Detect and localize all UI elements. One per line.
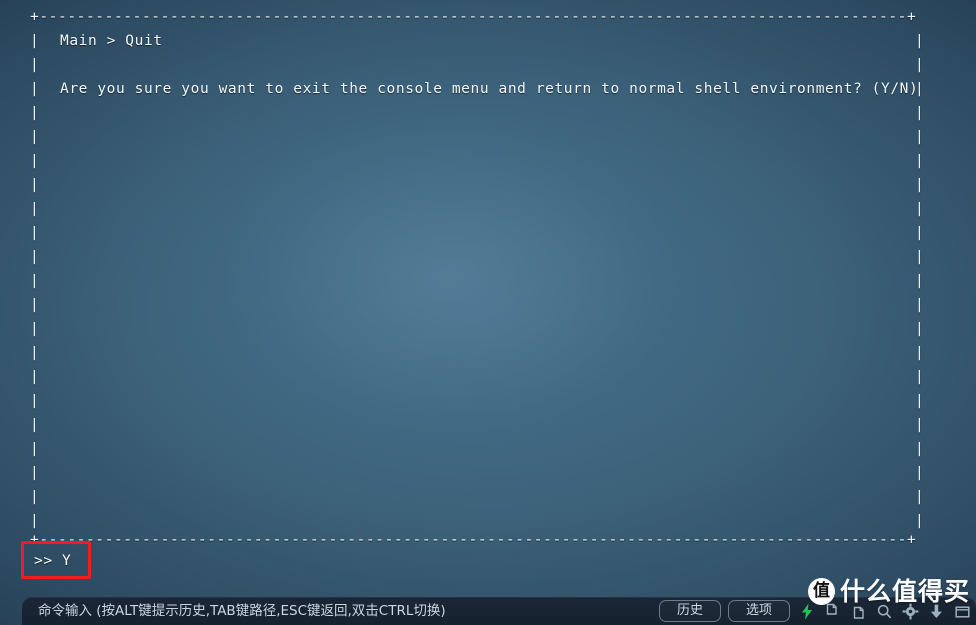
terminal-right-edge: | xyxy=(915,441,925,457)
terminal-right-edge: | xyxy=(915,393,925,409)
search-icon[interactable] xyxy=(875,602,894,621)
terminal-right-edge: | xyxy=(915,465,925,481)
terminal-left-edge: | xyxy=(30,369,40,385)
terminal-left-edge: | xyxy=(30,345,40,361)
download-icon[interactable] xyxy=(927,602,946,621)
window-icon[interactable] xyxy=(953,602,972,621)
terminal-bottom-border: +---------------------------------------… xyxy=(30,532,917,548)
terminal-top-border: +---------------------------------------… xyxy=(30,9,917,25)
terminal-left-edge: | xyxy=(30,297,40,313)
terminal-left-edge: | xyxy=(30,393,40,409)
terminal-right-edge: | xyxy=(915,177,925,193)
status-bar: 命令输入 (按ALT键提示历史,TAB键路径,ESC键返回,双击CTRL切换) … xyxy=(22,597,976,625)
terminal-right-edge: | xyxy=(915,153,925,169)
status-bar-actions: 历史 选项 xyxy=(659,597,972,625)
terminal-left-edge: | xyxy=(30,33,40,49)
terminal-left-edge: | xyxy=(30,321,40,337)
terminal-right-edge: | xyxy=(915,345,925,361)
terminal-right-edge: | xyxy=(915,105,925,121)
terminal-left-edge: | xyxy=(30,417,40,433)
terminal-left-edge: | xyxy=(30,249,40,265)
terminal-right-edge: | xyxy=(915,321,925,337)
status-hint: 命令输入 (按ALT键提示历史,TAB键路径,ESC键返回,双击CTRL切换) xyxy=(38,603,446,619)
confirm-message: Are you sure you want to exit the consol… xyxy=(60,81,919,97)
terminal-left-edge: | xyxy=(30,441,40,457)
terminal-right-edge: | xyxy=(915,489,925,505)
terminal-left-edge: | xyxy=(30,273,40,289)
options-button[interactable]: 选项 xyxy=(728,600,790,622)
terminal-window: +---------------------------------------… xyxy=(0,0,976,625)
terminal-right-edge: | xyxy=(915,297,925,313)
terminal-left-edge: | xyxy=(30,177,40,193)
terminal-right-edge: | xyxy=(915,129,925,145)
lightning-icon[interactable] xyxy=(797,602,816,621)
terminal-left-edge: | xyxy=(30,105,40,121)
paste-icon[interactable] xyxy=(849,602,868,621)
gear-icon[interactable] xyxy=(901,602,920,621)
terminal-left-edge: | xyxy=(30,225,40,241)
terminal-left-edge: | xyxy=(30,129,40,145)
history-button[interactable]: 历史 xyxy=(659,600,721,622)
breadcrumb: Main > Quit xyxy=(60,33,163,49)
terminal-right-edge: | xyxy=(915,201,925,217)
terminal-right-edge: | xyxy=(915,369,925,385)
terminal-left-edge: | xyxy=(30,57,40,73)
highlight-box xyxy=(21,541,91,579)
copy-icon[interactable] xyxy=(823,602,842,621)
terminal-left-edge: | xyxy=(30,153,40,169)
terminal-right-edge: | xyxy=(915,273,925,289)
terminal-canvas[interactable]: +---------------------------------------… xyxy=(0,0,976,625)
terminal-left-edge: | xyxy=(30,201,40,217)
terminal-right-edge: | xyxy=(915,417,925,433)
terminal-right-edge: | xyxy=(915,57,925,73)
terminal-right-edge: | xyxy=(915,225,925,241)
terminal-right-edge: | xyxy=(915,249,925,265)
terminal-left-edge: | xyxy=(30,489,40,505)
terminal-left-edge: | xyxy=(30,81,40,97)
terminal-left-edge: | xyxy=(30,465,40,481)
terminal-right-edge: | xyxy=(915,33,925,49)
